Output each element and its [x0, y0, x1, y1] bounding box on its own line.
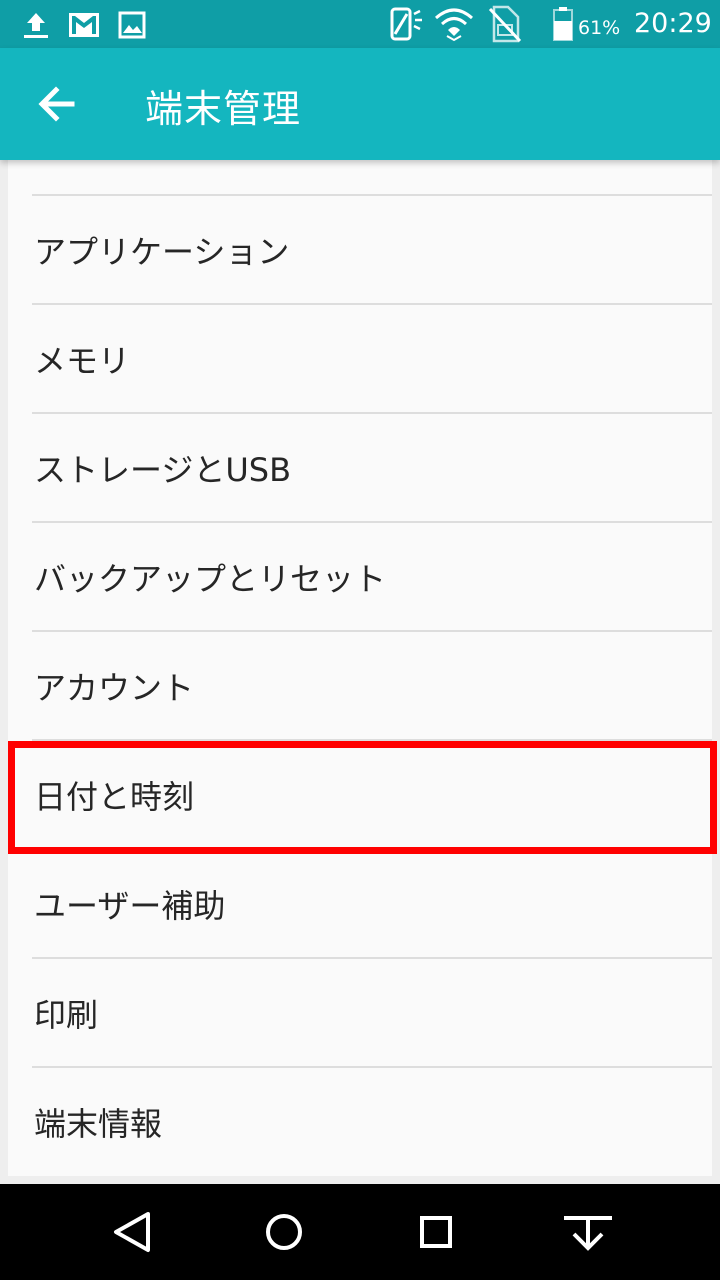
- list-item-label: アカウント: [34, 669, 195, 707]
- list-item-printing[interactable]: 印刷: [8, 959, 712, 1067]
- list-item-accounts[interactable]: アカウント: [8, 632, 712, 740]
- upload-icon: [24, 13, 48, 38]
- list-item-label: バックアップとリセット: [34, 560, 387, 598]
- wifi-icon: [435, 8, 473, 42]
- navigation-bar: [0, 1184, 720, 1280]
- list-item-label: アプリケーション: [34, 233, 290, 271]
- recents-square-icon: [420, 1216, 452, 1248]
- list-item-label: ユーザー補助: [34, 887, 226, 925]
- nav-notification-button[interactable]: [552, 1196, 624, 1268]
- settings-list: アプリケーション メモリ ストレージとUSB バックアップとリセット アカウント…: [8, 160, 712, 1176]
- home-circle-icon: [266, 1214, 302, 1250]
- no-sim-icon: [488, 5, 522, 43]
- nav-back-button[interactable]: [96, 1196, 168, 1268]
- battery-icon: [553, 7, 573, 41]
- status-bar: 61% 20:29: [0, 0, 720, 48]
- gmail-icon: [69, 13, 99, 37]
- list-item-label: 日付と時刻: [34, 778, 195, 816]
- notification-pull-icon: [564, 1216, 612, 1251]
- list-item-date-time[interactable]: 日付と時刻: [8, 741, 712, 849]
- list-item-applications[interactable]: アプリケーション: [8, 196, 712, 304]
- list-item-label: 端末情報: [34, 1105, 163, 1143]
- back-button[interactable]: [20, 68, 92, 140]
- battery-percent: 61%: [578, 17, 621, 39]
- list-item-label: 印刷: [34, 996, 99, 1034]
- auto-rotate-icon: [390, 7, 422, 41]
- page-title: 端末管理: [145, 87, 302, 131]
- back-triangle-icon: [114, 1212, 150, 1252]
- app-bar: 端末管理: [0, 48, 720, 160]
- list-item-backup-reset[interactable]: バックアップとリセット: [8, 523, 712, 631]
- list-item-memory[interactable]: メモリ: [8, 305, 712, 413]
- list-item-label: ストレージとUSB: [34, 451, 292, 489]
- list-item-storage-usb[interactable]: ストレージとUSB: [8, 414, 712, 522]
- clock: 20:29: [634, 8, 712, 39]
- list-item-accessibility[interactable]: ユーザー補助: [8, 850, 712, 958]
- list-item-about-device[interactable]: 端末情報: [8, 1068, 712, 1176]
- gallery-icon: [118, 11, 146, 39]
- nav-home-button[interactable]: [248, 1196, 320, 1268]
- list-item-label: メモリ: [34, 342, 131, 380]
- arrow-back-icon: [38, 86, 75, 122]
- nav-recents-button[interactable]: [400, 1196, 472, 1268]
